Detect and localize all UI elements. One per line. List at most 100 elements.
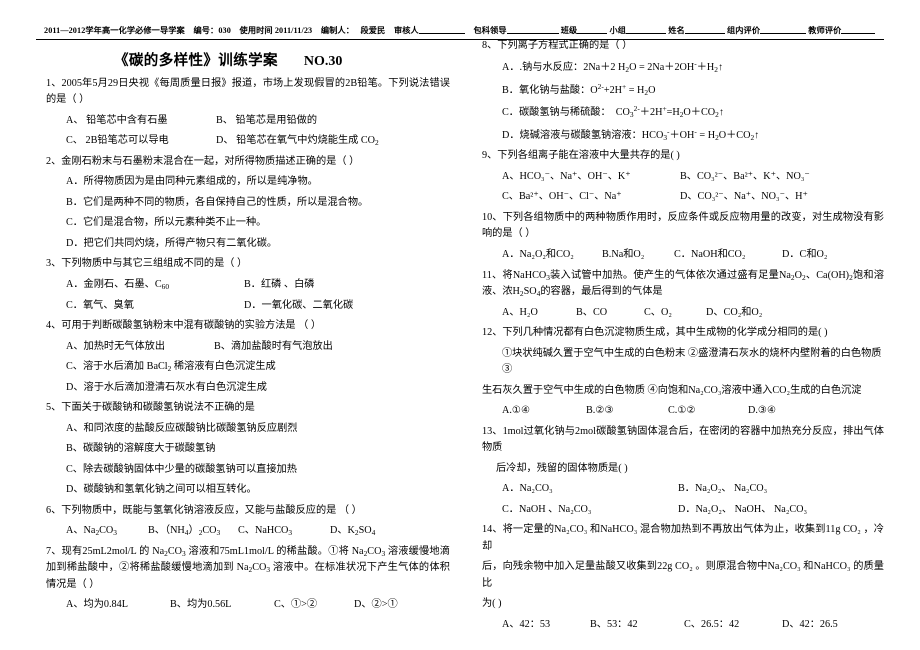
question-10-option-a[interactable]: A．Na₂O₂和CO₂ (502, 247, 602, 264)
question-8-option-a-eq2: O = 2Na＋2OH (629, 62, 695, 74)
question-12-option-b[interactable]: B.②③ (586, 403, 668, 420)
question-5-option-d[interactable]: D、碳酸钠和氢氧化钠之间可以相互转化。 (36, 482, 450, 499)
question-11-option-c[interactable]: C、O₂ (644, 305, 706, 322)
question-14-option-b[interactable]: B、53：42 (590, 617, 684, 634)
question-3-stem: 3、下列物质中与其它三组组成不同的是（ ） (46, 258, 248, 270)
question-4-option-d[interactable]: D、溶于水后滴加澄清石灰水有白色沉淀生成 (36, 380, 450, 397)
question-7-stem-t4: CO (367, 545, 382, 557)
question-3-option-b[interactable]: B．红磷 、白磷 (244, 277, 314, 294)
question-9-option-a[interactable]: A、HCO₃⁻、Na⁺、OH⁻、K⁺ (502, 169, 680, 186)
question-8-option-a[interactable]: A．.钠与水反应：2Na＋2 H2O = 2Na＋2OH-＋H2↑ (472, 58, 884, 77)
question-2-option-c[interactable]: C．它们是混合物，所以元素种类不止一种。 (36, 215, 450, 232)
question-10-option-b[interactable]: B.Na和O₂ (602, 247, 674, 264)
question-8-option-d-eq5: ↑ (754, 129, 760, 141)
question-9-option-c[interactable]: C、Ba²⁺、OH⁻、Cl⁻、Na⁺ (502, 189, 680, 206)
question-14-option-a[interactable]: A、42：53 (502, 617, 590, 634)
question-2-option-a[interactable]: A．所得物质因为是由同种元素组成的，所以是纯净物。 (36, 174, 450, 191)
question-6-option-b-s3: 3 (216, 528, 221, 538)
question-5-option-b[interactable]: B、碳酸钠的溶解度大于碳酸氢钠 (36, 441, 450, 458)
question-12-option-d[interactable]: D.③④ (748, 403, 776, 420)
question-8-option-a-eq3: ＋H (696, 62, 715, 74)
question-8-option-c[interactable]: C．碳酸氢钠与稀硫酸： CO32-＋2H+=H2O＋CO2↑ (472, 103, 884, 122)
question-13-option-c[interactable]: C．NaOH 、Na₂CO₃ (502, 502, 678, 519)
question-11-option-b[interactable]: B、CO (576, 305, 644, 322)
question-6-option-b[interactable]: B、（NH4）2CO3 (148, 523, 238, 540)
question-1-option-d[interactable]: D、 铅笔芯在氧气中灼烧能生成 CO2 (216, 133, 379, 150)
header-group-eval-blank[interactable] (760, 33, 807, 34)
question-14-option-d[interactable]: D、42：26.5 (782, 617, 838, 634)
right-column: 8、下列离子方程式正确的是（ ） A．.钠与水反应：2Na＋2 H2O = 2N… (460, 38, 884, 637)
header-number-value: 030 (218, 26, 231, 35)
question-6-option-d[interactable]: D、K2SO4 (330, 523, 375, 540)
question-1-option-a[interactable]: A、 铅笔芯中含有石墨 (66, 113, 216, 130)
question-11-stem-t2: 装入试管中加热。使产生的气体依次通过盛有足量Na (549, 269, 791, 281)
question-6-option-d-t1: D、K (330, 525, 355, 537)
question-9-option-d[interactable]: D、CO₃²⁻、Na⁺、NO₃⁻、H⁺ (680, 189, 808, 206)
question-1-options-row1: A、 铅笔芯中含有石墨 B、 铅笔芯是用铅做的 (36, 113, 450, 130)
question-14-stem-line2: 后，向残余物中加入足量盐酸又收集到22g CO₂ 。则原混合物中Na₂CO₃ 和… (482, 561, 884, 589)
question-4-option-c[interactable]: C、溶于水后滴加 BaCl2 稀溶液有白色沉淀生成 (36, 359, 450, 376)
header-name-blank[interactable] (684, 33, 725, 34)
question-7-option-d[interactable]: D、②>① (354, 597, 398, 614)
worksheet-page: 2011—2012学年高一化学必修一导学案 编号：030 使用时间 2011/1… (0, 0, 920, 650)
question-3-option-d[interactable]: D．一氧化碳、二氧化碳 (244, 298, 353, 315)
question-8-option-a-label: A．.钠与水反应： (502, 62, 584, 74)
question-6-option-b-t3: CO (202, 525, 217, 537)
question-9-option-b[interactable]: B、CO₃²⁻、Ba²⁺、K⁺、NO₃⁻ (680, 169, 810, 186)
question-8-option-b-label: B．氧化钠与盐酸： (502, 84, 591, 96)
question-6-option-a[interactable]: A、Na2CO3 (66, 523, 148, 540)
question-7-option-c[interactable]: C、①>② (274, 597, 354, 614)
question-14-option-c[interactable]: C、26.5：42 (684, 617, 782, 634)
question-5-option-c[interactable]: C、除去碳酸钠固体中少量的碳酸氢钠可以直接加热 (36, 462, 450, 479)
question-4-option-b[interactable]: B、滴加盐酸时有气泡放出 (214, 339, 333, 356)
question-13-option-d[interactable]: D．Na₂O₂、 NaOH、 Na₂CO₃ (678, 502, 807, 519)
question-1-option-b[interactable]: B、 铅笔芯是用铅做的 (216, 113, 317, 130)
question-12-option-c[interactable]: C.①② (668, 403, 748, 420)
question-7-option-b[interactable]: B、均为0.56L (170, 597, 274, 614)
question-13-option-b[interactable]: B．Na₂O₂、 Na₂CO₃ (678, 481, 767, 498)
question-13-stem-line1: 13、1mol过氧化钠与2mol碳酸氢钠固体混合后，在密闭的容器中加热充分反应，… (482, 425, 884, 454)
question-7-option-a[interactable]: A、均为0.84L (66, 597, 170, 614)
question-8-option-d[interactable]: D．烧碱溶液与碳酸氢钠溶液：HCO3-＋OH- = H2O＋CO2↑ (472, 126, 884, 145)
question-10-option-d[interactable]: D．C和O₂ (782, 247, 827, 264)
header-leader-blank[interactable] (506, 33, 559, 34)
question-7-options: A、均为0.84L B、均为0.56L C、①>② D、②>① (36, 597, 450, 614)
question-10-option-c[interactable]: C．NaOH和CO₂ (674, 247, 782, 264)
question-7-stem: 7、现有25mL2mol/L 的 Na2CO3 溶液和75mL1mol/L 的稀… (36, 544, 450, 594)
question-4-option-a[interactable]: A、加热时无气体放出 (66, 339, 214, 356)
question-2-option-d[interactable]: D．把它们共同灼烧，所得产物只有二氧化碳。 (36, 236, 450, 253)
question-1-stem: 1、2005年5月29日央视《每周质量日报》报道，市场上发现假冒的2B铅笔。下列… (46, 77, 450, 106)
header-reviewer-blank[interactable] (418, 33, 465, 34)
question-6-option-d-s2: 4 (371, 528, 376, 538)
question-12-stem: 12、下列几种情况都有白色沉淀物质生成，其中生成物的化学成分相同的是( ) (482, 327, 828, 339)
question-7-stem-t6: CO (252, 562, 267, 574)
question-12-option-a[interactable]: A.①④ (502, 403, 586, 420)
question-9-options-row2: C、Ba²⁺、OH⁻、Cl⁻、Na⁺ D、CO₃²⁻、Na⁺、NO₃⁻、H⁺ (472, 189, 884, 206)
question-1-option-c[interactable]: C、 2B铅笔芯可以导电 (66, 133, 216, 150)
header-teacher-eval-blank[interactable] (841, 33, 876, 34)
left-column: 1、2005年5月29日央视《每周质量日报》报道，市场上发现假冒的2B铅笔。下列… (36, 76, 460, 637)
header-usetime-value: 2011/11/23 (274, 26, 313, 35)
question-6-option-c-s1: 3 (288, 528, 293, 538)
question-12-items-line1: ①块状纯碱久置于空气中生成的白色粉末 ②盛澄清石灰水的烧杯内壁附着的白色物质 ③ (502, 347, 882, 376)
question-11-option-d[interactable]: D、CO₂和O₂ (706, 305, 762, 322)
question-13-option-a[interactable]: A．Na₂CO₃ (502, 481, 678, 498)
question-2-option-b[interactable]: B．它们是两种不同的物质，各自保持自己的性质，所以是混合物。 (36, 195, 450, 212)
question-6-option-c[interactable]: C、NaHCO3 (238, 523, 330, 540)
header-group-blank[interactable] (626, 33, 667, 34)
header-leader-label: 包科领导 (473, 26, 507, 35)
question-11-option-a[interactable]: A、H₂O (502, 305, 576, 322)
question-8-option-b[interactable]: B．氧化钠与盐酸：O2-+2H+ = H2O (472, 81, 884, 100)
question-3-option-a[interactable]: A．金刚石、石墨、C60 (66, 277, 244, 294)
question-5-option-a[interactable]: A、和同浓度的盐酸反应碳酸钠比碳酸氢钠反应剧烈 (36, 421, 450, 438)
question-3-option-c[interactable]: C．氧气、臭氧 (66, 298, 244, 315)
question-4-option-c-text1: C、溶于水后滴加 BaCl (66, 361, 168, 373)
question-6-option-b-t1: B、（NH (148, 525, 185, 537)
question-6-options: A、Na2CO3 B、（NH4）2CO3 C、NaHCO3 D、K2SO4 (36, 523, 450, 540)
question-11-stem-t4: 、Ca(OH) (805, 269, 850, 281)
page-title: 《碳的多样性》训练学案 (114, 52, 278, 69)
question-2-stem: 2、金刚石粉末与石墨粉末混合在一起，对所得物质描述正确的是（ ） (46, 155, 360, 167)
header-class-blank[interactable] (577, 33, 608, 34)
question-14-stem-line1: 14、将一定量的Na₂CO₃ 和NaHCO₃ 混合物加热到不再放出气体为止，收集… (482, 524, 884, 552)
question-9-options-row1: A、HCO₃⁻、Na⁺、OH⁻、K⁺ B、CO₃²⁻、Ba²⁺、K⁺、NO₃⁻ (472, 169, 884, 186)
